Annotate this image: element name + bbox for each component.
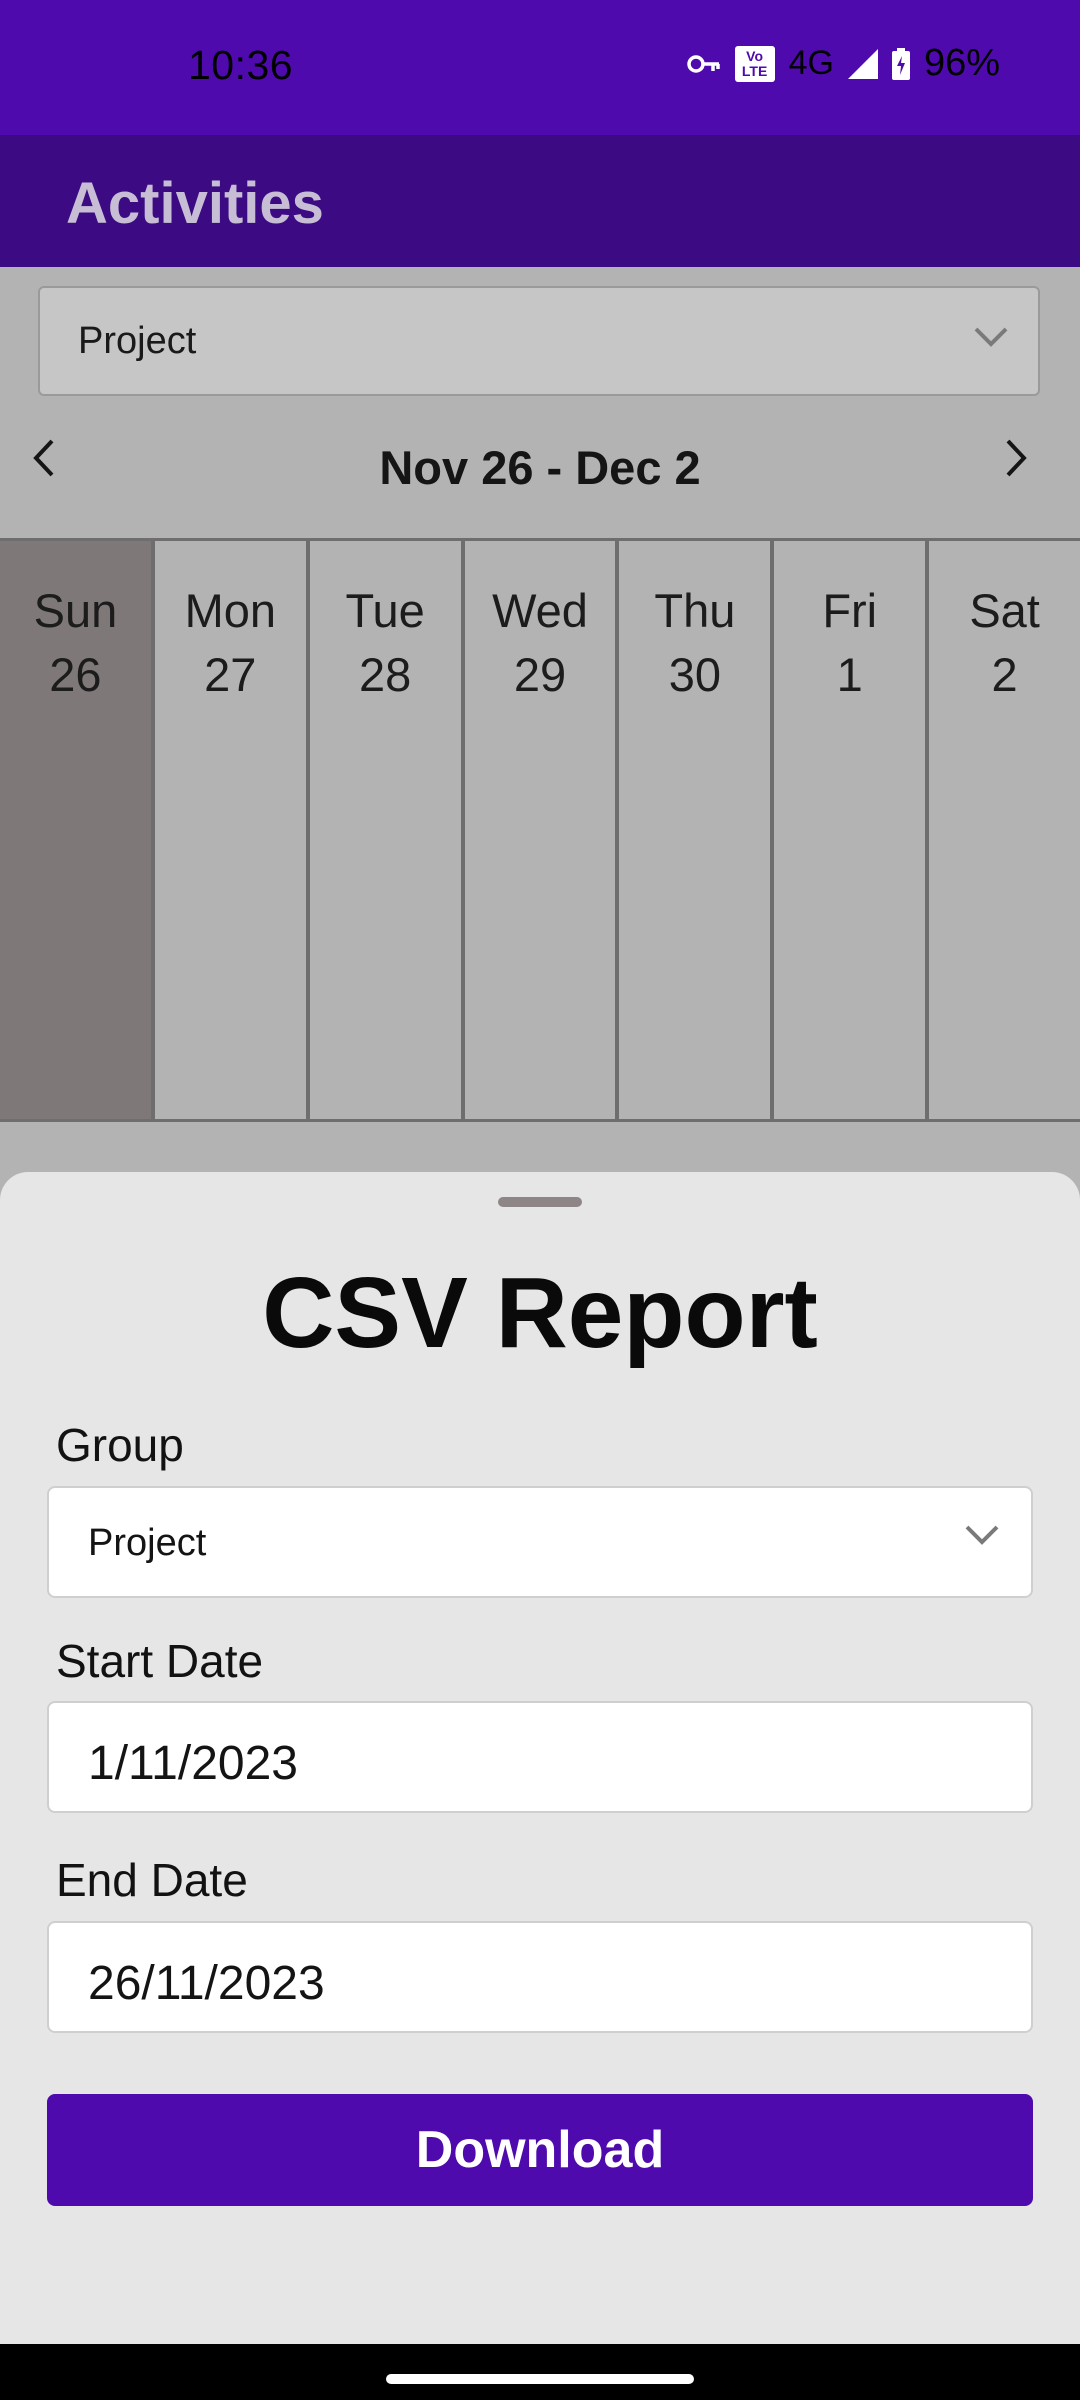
day-name: Tue	[345, 584, 425, 637]
end-date-label: End Date	[56, 1854, 248, 1906]
start-date-value: 1/11/2023	[88, 1737, 298, 1790]
end-date-value: 26/11/2023	[88, 1957, 325, 2010]
day-name: Mon	[184, 584, 276, 637]
day-column-tue[interactable]: Tue 28	[309, 541, 465, 1119]
vpn-key-icon	[686, 53, 721, 75]
chevron-down-icon	[973, 326, 1009, 353]
day-number: 30	[668, 648, 721, 701]
day-name: Sat	[969, 584, 1040, 637]
volte-label-top: Vo	[746, 47, 763, 64]
day-column-fri[interactable]: Fri 1	[774, 541, 930, 1119]
day-name: Wed	[492, 584, 588, 637]
day-name: Sun	[33, 584, 118, 637]
scrim-gap	[0, 1122, 1080, 1172]
drag-handle[interactable]	[498, 1197, 582, 1207]
home-gesture-handle[interactable]	[386, 2374, 694, 2384]
day-column-mon[interactable]: Mon 27	[154, 541, 310, 1119]
day-column-thu[interactable]: Thu 30	[619, 541, 775, 1119]
start-date-label: Start Date	[56, 1635, 264, 1687]
day-column-sun[interactable]: Sun 26	[0, 541, 155, 1119]
group-label: Group	[56, 1419, 184, 1471]
chevron-left-icon[interactable]	[32, 438, 56, 483]
volte-label-bottom: LTE	[741, 62, 768, 79]
week-grid: Sun 26 Mon 27 Tue 28 Wed 29 Thu 30 Fri 1…	[0, 538, 1080, 1122]
navigation-bar	[0, 2344, 1080, 2400]
day-number: 29	[513, 648, 567, 701]
day-column-wed[interactable]: Wed 29	[464, 541, 620, 1119]
day-name: Fri	[822, 584, 878, 637]
week-range-label: Nov 26 - Dec 2	[379, 441, 701, 494]
day-name: Thu	[654, 584, 736, 637]
day-number: 2	[991, 648, 1018, 701]
status-icons: Vo LTE 4G 96%	[686, 42, 1000, 85]
download-button[interactable]: Download	[47, 2094, 1033, 2206]
chevron-right-icon[interactable]	[1004, 438, 1028, 483]
network-type: 4G	[788, 44, 834, 82]
battery-charging-icon	[891, 47, 910, 80]
battery-percent: 96%	[923, 42, 1000, 84]
status-time: 10:36	[188, 42, 294, 88]
download-button-label: Download	[415, 2121, 665, 2179]
volte-icon: Vo LTE	[734, 45, 775, 82]
group-select-value: Project	[88, 1522, 207, 1564]
signal-icon	[847, 48, 878, 79]
day-number: 1	[836, 648, 863, 701]
day-column-sat[interactable]: Sat 2	[929, 541, 1080, 1119]
app-title: Activities	[66, 171, 324, 236]
sheet-title: CSV Report	[262, 1257, 818, 1369]
group-filter-value: Project	[78, 320, 197, 362]
day-number: 27	[204, 648, 257, 701]
day-number: 28	[359, 648, 412, 701]
chevron-down-icon	[964, 1524, 1000, 1551]
day-number: 26	[49, 648, 102, 701]
